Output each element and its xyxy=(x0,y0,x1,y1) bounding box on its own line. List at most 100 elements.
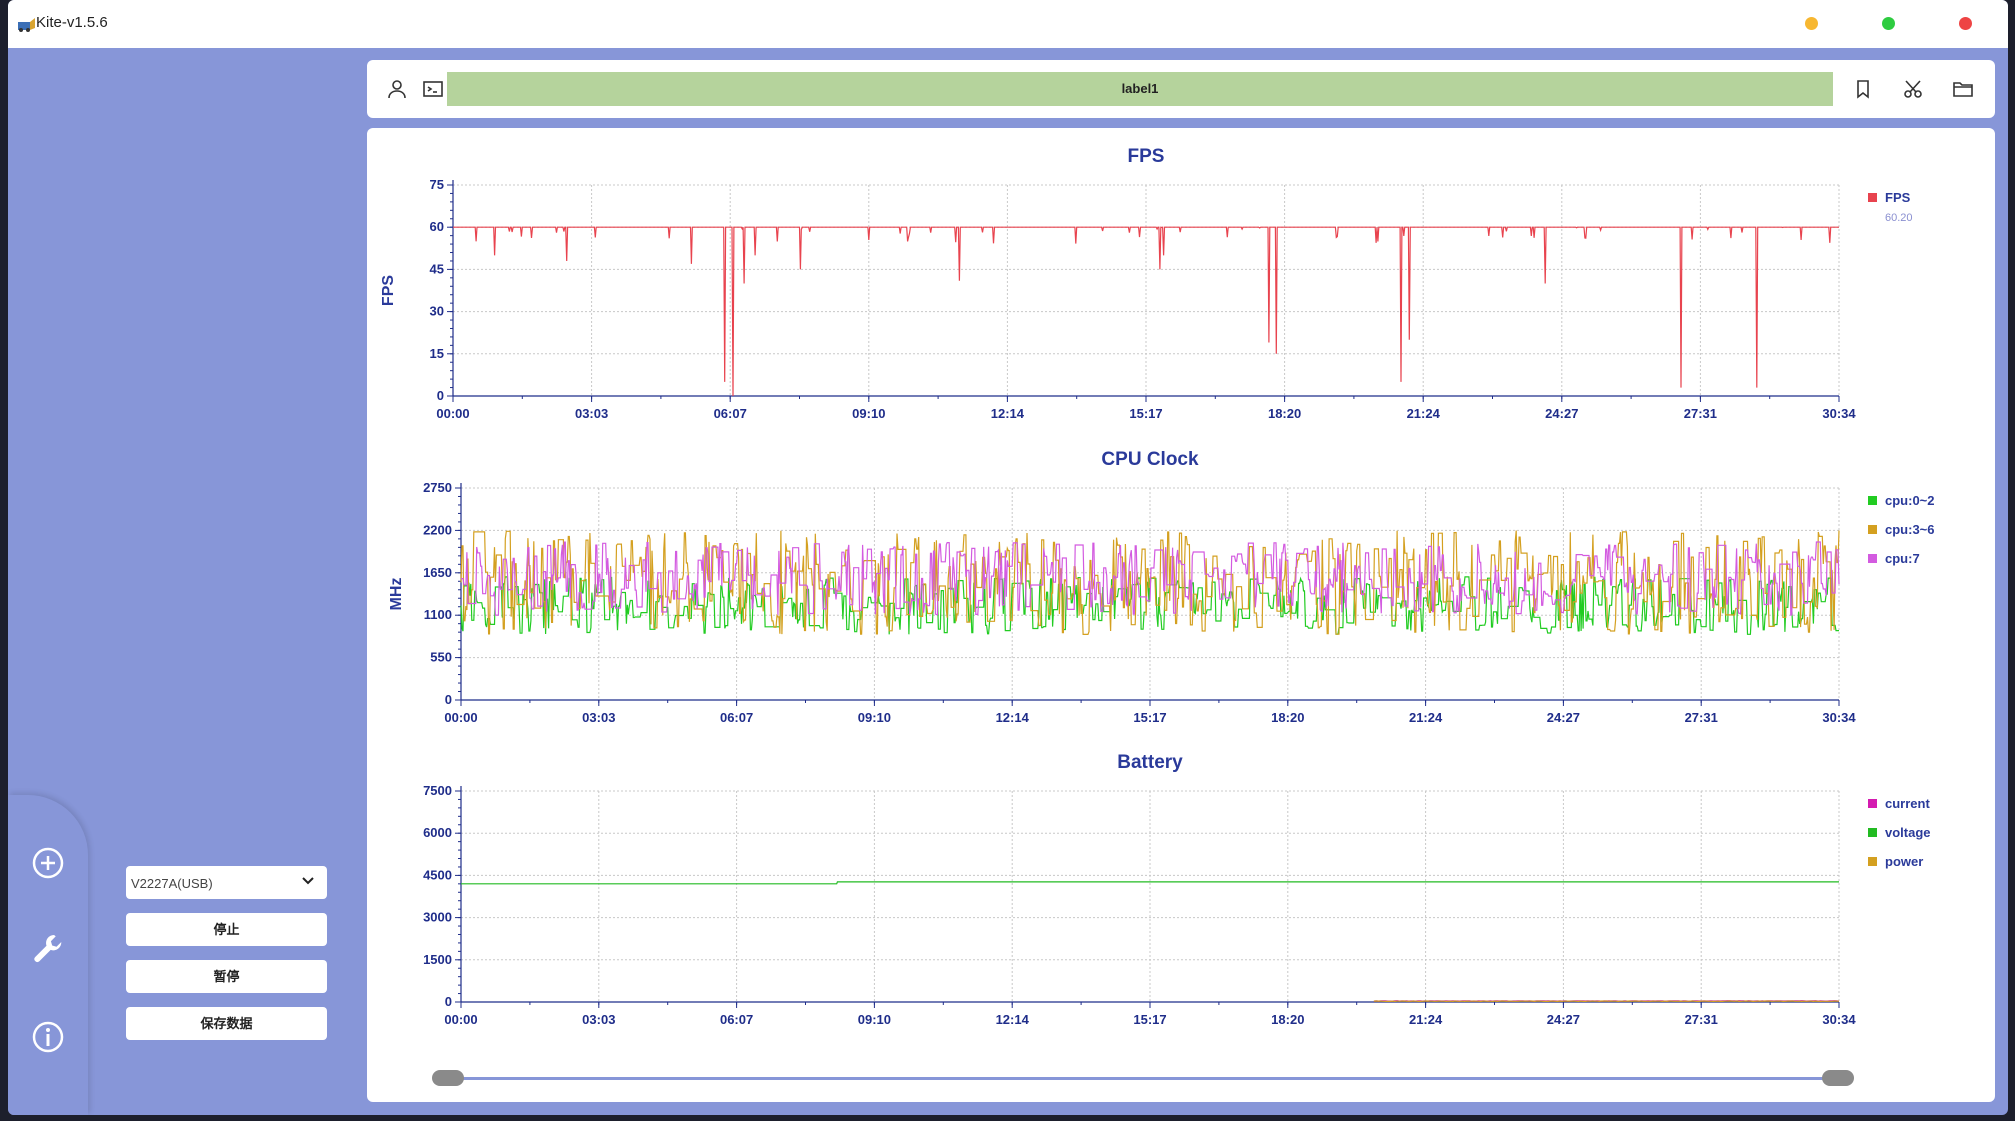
bookmark-icon[interactable] xyxy=(1852,78,1874,100)
x-tick-label: 00:00 xyxy=(436,406,469,421)
x-tick-label: 03:03 xyxy=(575,406,608,421)
x-tick-label: 15:17 xyxy=(1133,710,1166,725)
x-tick-label: 06:07 xyxy=(720,710,753,725)
device-select-value: V2227A(USB) xyxy=(131,876,213,891)
legend-label: voltage xyxy=(1885,825,1931,840)
x-tick-label: 15:17 xyxy=(1133,1012,1166,1027)
app-logo-icon xyxy=(18,18,35,32)
x-tick-label: 30:34 xyxy=(1822,710,1856,725)
x-tick-label: 06:07 xyxy=(720,1012,753,1027)
legend-value: 60.20 xyxy=(1885,212,1913,224)
title-bar: Kite-v1.5.6 xyxy=(8,0,2008,48)
legend-swatch xyxy=(1868,554,1877,563)
x-tick-label: 27:31 xyxy=(1685,710,1718,725)
sidebar-rail xyxy=(8,795,88,1115)
device-select[interactable]: V2227A(USB) xyxy=(126,866,327,899)
y-tick-label: 45 xyxy=(430,261,444,276)
y-tick-label: 30 xyxy=(430,304,444,319)
x-tick-label: 03:03 xyxy=(582,1012,615,1027)
legend-label: cpu:7 xyxy=(1885,551,1920,566)
minimize-button[interactable] xyxy=(1805,17,1818,30)
legend-swatch xyxy=(1868,857,1877,866)
x-tick-label: 30:34 xyxy=(1822,1012,1856,1027)
x-tick-label: 24:27 xyxy=(1547,1012,1580,1027)
pause-button[interactable]: 暂停 xyxy=(126,960,327,993)
x-tick-label: 30:34 xyxy=(1822,406,1856,421)
window-title: Kite-v1.5.6 xyxy=(36,14,108,31)
x-tick-label: 18:20 xyxy=(1271,1012,1304,1027)
y-tick-label: 550 xyxy=(430,650,452,665)
legend-swatch xyxy=(1868,525,1877,534)
x-tick-label: 18:20 xyxy=(1271,710,1304,725)
chart-battery: Battery 0 1500 3000 4500 6000 7500 00:00 03:03 06… xyxy=(423,752,1930,1027)
y-tick-label: 1500 xyxy=(423,952,452,967)
y-axis-label: MHz xyxy=(388,578,405,611)
y-tick-label: 0 xyxy=(445,994,452,1009)
legend-label: cpu:0~2 xyxy=(1885,493,1935,508)
x-tick-label: 00:00 xyxy=(444,710,477,725)
x-tick-label: 12:14 xyxy=(996,1012,1030,1027)
legend-swatch xyxy=(1868,496,1877,505)
y-axis-label: FPS xyxy=(380,275,397,306)
maximize-button[interactable] xyxy=(1882,17,1895,30)
time-range-slider[interactable] xyxy=(432,1068,1857,1088)
chart-fps: FPS 0 15 30 45 60 75 00:00 03:03 06:07 09:10 12:14 1… xyxy=(380,146,1913,421)
x-tick-label: 18:20 xyxy=(1268,406,1301,421)
legend-label: cpu:3~6 xyxy=(1885,522,1935,537)
x-tick-label: 21:24 xyxy=(1407,406,1441,421)
add-circle-icon[interactable] xyxy=(30,845,66,881)
charts-svg: FPS 0 15 30 45 60 75 00:00 03:03 06:07 09:10 12:14 1… xyxy=(380,146,1935,1027)
terminal-icon[interactable] xyxy=(422,78,444,100)
close-button[interactable] xyxy=(1959,17,1972,30)
x-tick-label: 06:07 xyxy=(714,406,747,421)
x-tick-label: 24:27 xyxy=(1547,710,1580,725)
legend-swatch xyxy=(1868,193,1877,202)
y-tick-label: 1650 xyxy=(423,565,452,580)
x-tick-label: 09:10 xyxy=(852,406,885,421)
legend-swatch xyxy=(1868,828,1877,837)
info-icon[interactable] xyxy=(30,1019,66,1055)
legend-label: FPS xyxy=(1885,190,1911,205)
wrench-icon[interactable] xyxy=(30,931,66,967)
x-tick-label: 09:10 xyxy=(858,710,891,725)
top-toolbar: label1 xyxy=(367,60,1995,118)
legend-swatch xyxy=(1868,799,1877,808)
y-tick-label: 0 xyxy=(437,388,444,403)
y-tick-label: 1100 xyxy=(424,607,452,622)
x-tick-label: 27:31 xyxy=(1685,1012,1718,1027)
chart-title: FPS xyxy=(1128,146,1165,167)
x-tick-label: 12:14 xyxy=(991,406,1025,421)
y-tick-label: 60 xyxy=(430,219,444,234)
range-track xyxy=(447,1077,1847,1080)
y-tick-label: 3000 xyxy=(423,910,452,925)
y-tick-label: 2200 xyxy=(423,522,452,537)
scissors-icon[interactable] xyxy=(1902,78,1924,100)
legend-label: current xyxy=(1885,796,1930,811)
chart-cpu-clock: CPU Clock 0 550 1100 1650 2200 2750 00:00 03:03 0… xyxy=(388,449,1935,725)
y-tick-label: 0 xyxy=(445,692,452,707)
app-window: Kite-v1.5.6 V2227A(USB) 停止 暂停 保存数据 label… xyxy=(8,0,2008,1115)
stop-button[interactable]: 停止 xyxy=(126,913,327,946)
x-tick-label: 24:27 xyxy=(1545,406,1578,421)
chart-title: Battery xyxy=(1117,752,1183,773)
x-tick-label: 00:00 xyxy=(444,1012,477,1027)
x-tick-label: 21:24 xyxy=(1409,1012,1443,1027)
range-start-handle[interactable] xyxy=(432,1070,464,1086)
folder-icon[interactable] xyxy=(1952,78,1974,100)
label-banner: label1 xyxy=(447,72,1833,106)
y-tick-label: 75 xyxy=(430,177,444,192)
legend-label: power xyxy=(1885,854,1923,869)
x-tick-label: 15:17 xyxy=(1129,406,1162,421)
y-tick-label: 2750 xyxy=(423,480,452,495)
x-tick-label: 27:31 xyxy=(1684,406,1717,421)
x-tick-label: 09:10 xyxy=(858,1012,891,1027)
save-data-button[interactable]: 保存数据 xyxy=(126,1007,327,1040)
x-tick-label: 21:24 xyxy=(1409,710,1443,725)
user-icon[interactable] xyxy=(386,78,408,100)
chevron-down-icon xyxy=(302,877,314,885)
x-tick-label: 03:03 xyxy=(582,710,615,725)
range-end-handle[interactable] xyxy=(1822,1070,1854,1086)
x-tick-label: 12:14 xyxy=(996,710,1030,725)
y-tick-label: 4500 xyxy=(423,867,452,882)
y-tick-label: 15 xyxy=(430,346,444,361)
